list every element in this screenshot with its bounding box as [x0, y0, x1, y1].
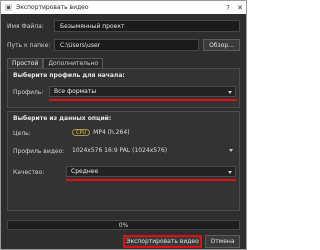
folder-path-input[interactable]: C:\Users\user	[54, 39, 199, 51]
profile-select[interactable]: Все форматы	[49, 86, 236, 97]
app-icon	[5, 4, 12, 11]
tab-bar: Простой Дополнительно	[7, 58, 104, 68]
file-name-row: Имя Файла:	[7, 20, 44, 32]
profile-section-title: Выберите профиль для начала:	[13, 72, 125, 79]
target-label: Цель:	[13, 130, 31, 137]
window-title: Экспортировать видео	[16, 4, 89, 11]
export-progress-bar: 0%	[7, 220, 240, 230]
cpu-badge: CPU	[72, 129, 91, 136]
help-button[interactable]: ?	[222, 1, 234, 14]
chevron-down-icon	[228, 171, 232, 174]
close-button[interactable]: ✕	[234, 1, 246, 14]
folder-path-row: Путь к папке:	[7, 39, 50, 51]
chevron-down-icon	[229, 149, 233, 152]
target-value[interactable]: CPU MP4 (h.264)	[72, 127, 130, 138]
tab-simple[interactable]: Простой	[7, 58, 44, 68]
file-name-label: Имя Файла:	[7, 22, 44, 30]
quality-select[interactable]: Среднее	[66, 166, 236, 177]
video-profile-label: Профиль видео:	[13, 148, 65, 155]
browse-button[interactable]: Обзор...	[203, 39, 240, 51]
progress-text: 0%	[118, 221, 129, 229]
file-name-input[interactable]: Безымянный проект	[54, 20, 240, 32]
title-bar: Экспортировать видео ? ✕	[1, 1, 246, 14]
quality-value: Среднее	[71, 168, 99, 175]
target-format: MP4 (h.264)	[93, 129, 130, 136]
video-profile-value: 1024x576 16:9 PAL (1024x576)	[72, 147, 168, 154]
folder-path-label: Путь к папке:	[7, 41, 51, 49]
close-icon: ✕	[237, 3, 243, 12]
tab-advanced[interactable]: Дополнительно	[43, 58, 104, 68]
highlight-underline	[66, 179, 236, 181]
cancel-button[interactable]: Отмена	[205, 235, 240, 248]
chevron-down-icon	[228, 91, 232, 94]
quality-label: Качество:	[13, 169, 45, 176]
profile-value: Все форматы	[54, 88, 97, 95]
profile-label: Профиль:	[13, 89, 44, 96]
options-section-title: Выберите из данных опций:	[13, 115, 112, 122]
export-video-dialog: Экспортировать видео ? ✕ Имя Файла: Безы…	[0, 0, 247, 250]
video-profile-select[interactable]: 1024x576 16:9 PAL (1024x576)	[72, 145, 236, 156]
profile-group: Выберите профиль для начала: Профиль: Вс…	[7, 68, 240, 108]
highlight-underline	[49, 99, 237, 101]
export-video-button[interactable]: Экспортировать видео	[123, 235, 202, 248]
options-group: Выберите из данных опций: Цель: CPU MP4 …	[7, 111, 240, 211]
